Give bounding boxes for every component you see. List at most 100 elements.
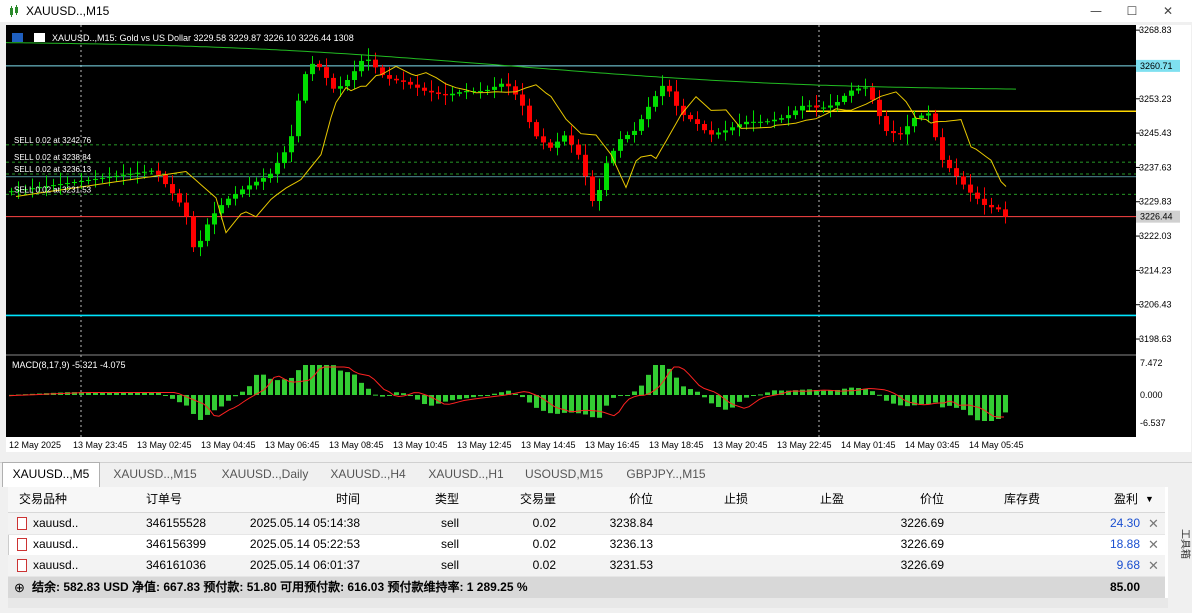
close-order-icon[interactable]: ✕	[1148, 534, 1159, 555]
table-row[interactable]: xauusd.. 346155528 2025.05.14 05:14:38 s…	[8, 513, 1165, 535]
candle-body	[891, 131, 896, 134]
cell-profit: 18.88	[1109, 537, 1140, 551]
trade-icon	[34, 33, 45, 42]
candle-body	[149, 170, 154, 172]
order-label: SELL 0.02 at 3231.53	[14, 185, 92, 194]
header-time[interactable]: 时间	[238, 487, 360, 512]
macd-bar	[170, 395, 175, 399]
candle-body	[296, 100, 301, 137]
chart-window-icon	[10, 5, 18, 17]
macd-bar	[289, 377, 294, 395]
candle-body	[163, 174, 168, 185]
cell-profit: 24.30	[1109, 516, 1140, 530]
time-label: 13 May 16:45	[585, 440, 640, 450]
macd-bar	[450, 395, 455, 401]
cell-swap	[948, 534, 1040, 555]
candle-body	[254, 181, 259, 186]
macd-scale-label: 7.472	[1140, 358, 1163, 368]
macd-bar	[877, 394, 882, 396]
cell-volume: 0.02	[532, 537, 556, 551]
minimize-button[interactable]: —	[1078, 0, 1114, 22]
order-doc-icon	[17, 559, 27, 572]
close-order-icon[interactable]: ✕	[1148, 555, 1159, 576]
macd-bar	[219, 395, 224, 407]
header-symbol[interactable]: 交易品种	[19, 487, 129, 512]
horizontal-scrollbar[interactable]	[8, 598, 1168, 608]
macd-bar	[863, 388, 868, 395]
candle-body	[275, 163, 280, 174]
candle-body	[695, 119, 700, 124]
cell-sl[interactable]	[660, 534, 748, 555]
chart-window[interactable]: 3268.83 3253.23 3245.43 3237.63 3229.83 3222.…	[6, 25, 1191, 452]
macd-bar	[247, 386, 252, 395]
header-current-price[interactable]: 价位	[852, 487, 944, 512]
price-label: 3245.43	[1139, 128, 1172, 138]
candle-body	[310, 63, 315, 75]
candle-body	[947, 159, 952, 169]
candle-body	[359, 60, 364, 72]
macd-bar	[891, 395, 896, 404]
cell-sl[interactable]	[660, 555, 748, 576]
cell-price: 3231.53	[609, 558, 653, 572]
tab-gbpjpy-m15[interactable]: GBPJPY..,M15	[616, 463, 716, 485]
candle-body	[667, 85, 672, 92]
macd-bar	[625, 395, 630, 396]
current-price-label: 3226.44	[1140, 212, 1173, 222]
macd-bar	[982, 395, 987, 421]
candle-body	[86, 179, 91, 181]
header-sl[interactable]: 止损	[660, 487, 748, 512]
candle-body	[744, 121, 749, 125]
macd-bar	[352, 374, 357, 395]
cell-tp[interactable]	[756, 513, 844, 534]
header-tp[interactable]: 止盈	[756, 487, 844, 512]
table-row[interactable]: xauusd.. 346161036 2025.05.14 06:01:37 s…	[8, 555, 1165, 577]
chart-info-line: XAUUSD..,M15: Gold vs US Dollar 3229.58 …	[52, 33, 354, 43]
macd-bar	[324, 365, 329, 395]
candle-body	[702, 124, 707, 131]
tab-xauusd-h1[interactable]: XAUUSD..,H1	[420, 463, 512, 485]
tab-usousd-m15[interactable]: USOUSD,M15	[518, 463, 610, 485]
tab-xauusd-h4[interactable]: XAUUSD..,H4	[322, 463, 414, 485]
macd-bar	[856, 388, 861, 395]
candle-body	[786, 115, 791, 119]
cell-type: sell	[440, 516, 459, 530]
header-price[interactable]: 价位	[563, 487, 653, 512]
price-chart[interactable]: 3268.83 3253.23 3245.43 3237.63 3229.83 3222.…	[6, 25, 1191, 452]
maximize-button[interactable]: ☐	[1114, 0, 1150, 22]
header-profit[interactable]: 盈利	[1048, 487, 1138, 512]
cell-volume: 0.02	[532, 516, 556, 530]
close-order-icon[interactable]: ✕	[1148, 513, 1159, 534]
tab-xauusd-daily[interactable]: XAUUSD..,Daily	[212, 463, 318, 485]
candle-body	[576, 144, 581, 155]
macd-bar	[394, 392, 399, 395]
close-window-button[interactable]: ✕	[1150, 0, 1186, 22]
candle-body	[618, 139, 623, 151]
macd-bar	[527, 395, 532, 403]
price-label: 3198.63	[1139, 334, 1172, 344]
tab-xauusd-m15[interactable]: XAUUSD..,M15	[104, 463, 206, 485]
cell-type: sell	[440, 537, 459, 551]
vertical-scrollbar[interactable]: 工具箱	[1168, 487, 1192, 608]
header-order[interactable]: 订单号	[146, 487, 236, 512]
add-circle-icon[interactable]: ⊕	[14, 577, 25, 598]
macd-bar	[618, 395, 623, 396]
table-row[interactable]: xauusd.. 346156399 2025.05.14 05:22:53 s…	[8, 534, 1165, 556]
candle-body	[660, 85, 665, 97]
candle-body	[268, 173, 273, 179]
cell-tp[interactable]	[756, 534, 844, 555]
macd-bar	[492, 393, 497, 395]
header-swap[interactable]: 库存费	[948, 487, 1040, 512]
sort-desc-icon[interactable]: ▼	[1145, 487, 1157, 512]
order-label: SELL 0.02 at 3238.84	[14, 153, 92, 162]
header-type[interactable]: 类型	[368, 487, 459, 512]
time-label: 13 May 02:45	[137, 440, 192, 450]
candle-body	[408, 81, 413, 85]
header-volume[interactable]: 交易量	[466, 487, 556, 512]
cell-sl[interactable]	[660, 513, 748, 534]
macd-bar	[590, 395, 595, 418]
cell-tp[interactable]	[756, 555, 844, 576]
macd-bar	[478, 395, 483, 397]
candle-body	[751, 121, 756, 123]
candle-body	[79, 180, 84, 183]
tab-xauusd-m5[interactable]: XAUUSD..,M5	[2, 462, 100, 487]
